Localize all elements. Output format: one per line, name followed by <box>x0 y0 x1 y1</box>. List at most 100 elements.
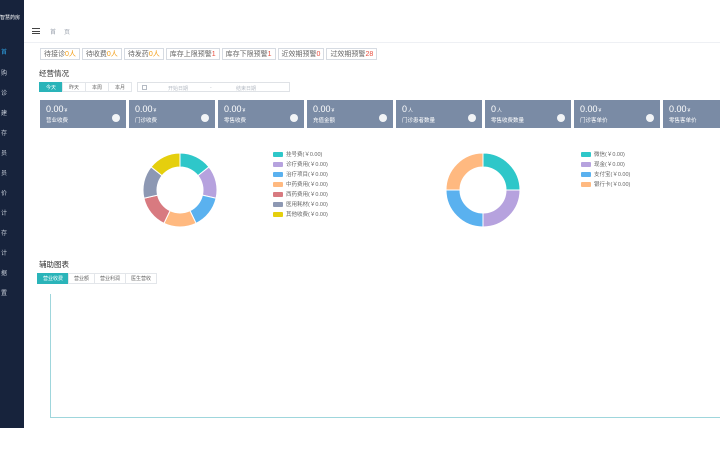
aux-tab[interactable]: 医生营收 <box>125 273 158 284</box>
legend-label: 银行卡(￥0.00) <box>594 182 631 188</box>
stat-value: 0.00¥ <box>580 104 601 114</box>
alert-count: 0 <box>316 51 321 58</box>
legend-item[interactable]: 医用耗材(￥0.00) <box>273 201 328 211</box>
stat-number: 0.00 <box>669 104 687 114</box>
stat-icon <box>290 114 298 122</box>
alert-count: 28 <box>365 51 374 58</box>
alert-item[interactable]: 待收费0人 <box>81 48 122 60</box>
stat-unit: ¥ <box>331 108 335 114</box>
legend-item[interactable]: 挂号费(￥0.00) <box>273 151 328 161</box>
stat-value: 0人 <box>491 104 502 114</box>
stat-label: 门诊患者数量 <box>402 118 436 124</box>
range-separator: - <box>210 85 212 91</box>
stat-icon <box>201 114 209 122</box>
sidebar-item[interactable]: 据 <box>0 268 24 277</box>
income-legend: 挂号费(￥0.00) 诊疗费用(￥0.00) 治疗项目(￥0.00) 中药费用(￥0.… <box>273 151 328 221</box>
stat-value: 0.00¥ <box>224 104 245 114</box>
donut-slice[interactable] <box>482 189 521 228</box>
stat-icon <box>646 114 654 122</box>
date-tab[interactable]: 本周 <box>85 82 109 92</box>
menu-toggle-icon[interactable] <box>32 28 40 34</box>
donut-slice[interactable] <box>445 189 484 228</box>
stat-unit: 人 <box>408 108 414 114</box>
sidebar-item[interactable]: 存 <box>0 228 24 237</box>
legend-label: 诊疗费用(￥0.00) <box>286 162 328 168</box>
sidebar-item[interactable]: 置 <box>0 288 24 297</box>
sidebar-item[interactable]: 存 <box>0 128 24 137</box>
sidebar-item[interactable]: 计 <box>0 248 24 257</box>
sidebar-item[interactable]: 购 <box>0 68 24 77</box>
alert-count: 1 <box>211 51 216 58</box>
payment-donut-chart <box>445 152 521 228</box>
stat-icon <box>557 114 565 122</box>
legend-item[interactable]: 其他收费(￥0.00) <box>273 211 328 221</box>
stat-number: 0 <box>491 104 497 114</box>
stat-icon <box>112 114 120 122</box>
alert-item[interactable]: 待接诊0人 <box>40 48 80 60</box>
sidebar-item[interactable]: 诊 <box>0 88 24 97</box>
sidebar-item[interactable]: 计 <box>0 208 24 217</box>
breadcrumb-home[interactable]: 首页 <box>50 27 78 36</box>
legend-label: 现金(￥0.00) <box>594 162 625 168</box>
stat-label: 门诊收费 <box>135 118 158 124</box>
stat-number: 0.00 <box>135 104 153 114</box>
stat-unit: ¥ <box>687 108 691 114</box>
legend-item[interactable]: 微信(￥0.00) <box>581 151 630 161</box>
date-range-picker[interactable]: 开始日期 - 结束日期 <box>137 82 290 92</box>
date-tab[interactable]: 本月 <box>108 82 132 92</box>
stat-card: 0人 零售收费数量 <box>485 100 571 128</box>
alert-count: 1 <box>267 51 272 58</box>
sidebar-item[interactable]: 员 <box>0 148 24 157</box>
date-tab[interactable]: 昨天 <box>62 82 86 92</box>
donut-slice[interactable] <box>143 194 171 225</box>
sidebar-item[interactable]: 价 <box>0 188 24 197</box>
aux-tab[interactable]: 营业利润 <box>94 273 127 284</box>
sidebar-item[interactable]: 建 <box>0 108 24 117</box>
aux-tab[interactable]: 营业额 <box>68 273 96 284</box>
legend-item[interactable]: 现金(￥0.00) <box>581 161 630 171</box>
aux-chart-plot-area <box>50 294 720 418</box>
stat-card: 0.00¥ 门诊收费 <box>129 100 215 128</box>
date-tab[interactable]: 今天 <box>39 82 63 92</box>
range-start[interactable]: 开始日期 <box>168 85 188 92</box>
stat-label: 零售收费 <box>224 118 247 124</box>
legend-item[interactable]: 治疗项目(￥0.00) <box>273 171 328 181</box>
alert-label: 库存下限预警 <box>225 51 268 58</box>
legend-label: 微信(￥0.00) <box>594 152 625 158</box>
legend-swatch <box>581 172 591 177</box>
alert-label: 库存上限预警 <box>169 51 212 58</box>
donut-slice[interactable] <box>482 152 521 191</box>
sidebar-item[interactable]: 首 <box>0 47 24 56</box>
legend-label: 西药费用(￥0.00) <box>286 192 328 198</box>
donut-slice[interactable] <box>445 152 484 191</box>
stat-unit: 人 <box>497 108 503 114</box>
legend-item[interactable]: 支付宝(￥0.00) <box>581 171 630 181</box>
alert-label: 过效期预警 <box>330 51 366 58</box>
aux-tab[interactable]: 营业收费 <box>37 273 70 284</box>
alert-item[interactable]: 过效期预警28 <box>326 48 378 60</box>
legend-item[interactable]: 诊疗费用(￥0.00) <box>273 161 328 171</box>
payment-legend: 微信(￥0.00) 现金(￥0.00) 支付宝(￥0.00) 银行卡(￥0.00) <box>581 151 630 191</box>
alert-item[interactable]: 待发药0人 <box>123 48 164 60</box>
stat-number: 0.00 <box>313 104 331 114</box>
legend-swatch <box>273 202 283 207</box>
stat-unit: ¥ <box>64 108 68 114</box>
legend-swatch <box>273 192 283 197</box>
range-end[interactable]: 结束日期 <box>236 85 256 92</box>
sidebar-item[interactable]: 员 <box>0 168 24 177</box>
stat-card: 0.00¥ 零售收费 <box>218 100 304 128</box>
calendar-icon <box>142 85 147 90</box>
legend-label: 其他收费(￥0.00) <box>286 212 328 218</box>
stat-cards: 0.00¥ 营业收费 0.00¥ 门诊收费 0.00¥ 零售收费 0.00¥ 充值金额 0人 门诊… <box>40 100 720 128</box>
alert-item[interactable]: 库存下限预警1 <box>221 48 276 60</box>
alert-label: 待接诊 <box>44 51 65 58</box>
alert-count: 0人 <box>65 51 76 58</box>
alert-item[interactable]: 库存上限预警1 <box>165 48 220 60</box>
legend-item[interactable]: 西药费用(￥0.00) <box>273 191 328 201</box>
alert-item[interactable]: 近效期预警0 <box>277 48 325 60</box>
legend-item[interactable]: 中药费用(￥0.00) <box>273 181 328 191</box>
legend-item[interactable]: 银行卡(￥0.00) <box>581 181 630 191</box>
legend-label: 挂号费(￥0.00) <box>286 152 323 158</box>
alert-count: 0人 <box>106 51 118 58</box>
stat-value: 0.00¥ <box>46 104 67 114</box>
